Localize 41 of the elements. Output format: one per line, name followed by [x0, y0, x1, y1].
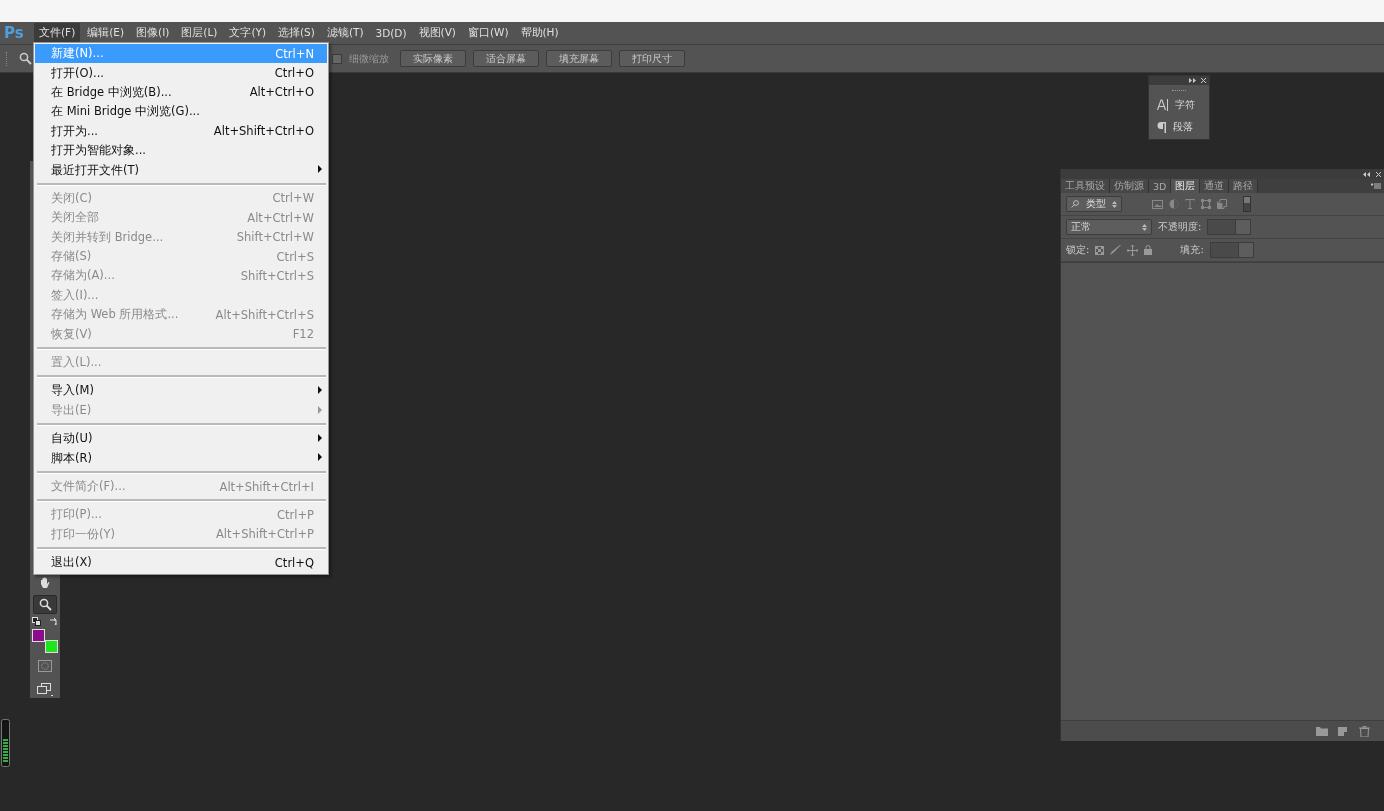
menu-item[interactable]: 图像(I) — [131, 23, 175, 43]
panel-tab[interactable]: 通道 — [1200, 179, 1230, 193]
menu-item[interactable]: 窗口(W) — [462, 23, 514, 43]
menu-item[interactable]: 在 Mini Bridge 中浏览(G)... — [34, 102, 328, 122]
menu-item[interactable]: 在 Bridge 中浏览(B)... Alt+Ctrl+O — [34, 82, 328, 103]
menu-item[interactable]: 文字(Y) — [224, 23, 271, 43]
app-logo: Ps — [4, 24, 25, 42]
blend-mode-dropdown[interactable]: 正常 — [1066, 219, 1152, 235]
panel-item-label[interactable]: 段落 — [1173, 120, 1193, 134]
zoom-option-button[interactable]: 打印尺寸 — [619, 50, 685, 67]
zoom-option-button[interactable]: 实际像素 — [400, 50, 466, 67]
menu-item[interactable]: 最近打开文件(T) — [34, 160, 328, 180]
panel-tab[interactable]: 图层 — [1171, 179, 1201, 193]
menu-item[interactable]: 退出(X) Ctrl+Q — [34, 553, 328, 573]
menu-item[interactable]: 选择(S) — [273, 23, 320, 43]
menu-item[interactable]: 视图(V) — [413, 23, 461, 43]
zoom-option-button[interactable]: 适合屏幕 — [473, 50, 539, 67]
filter-dropdown[interactable]: 类型 — [1066, 196, 1122, 212]
menu-item[interactable]: 打开为智能对象... — [34, 140, 328, 161]
panel-tab[interactable]: 3D — [1149, 179, 1172, 193]
panel-item-label[interactable]: 字符 — [1175, 98, 1195, 112]
menu-item[interactable]: 编辑(E) — [82, 23, 130, 43]
panel-tab[interactable]: 工具预设 — [1061, 179, 1110, 193]
menu-item[interactable]: 滤镜(T) — [321, 23, 369, 43]
panel-tab[interactable]: 仿制源 — [1110, 179, 1149, 193]
menu-item[interactable]: 帮助(H) — [515, 23, 564, 43]
lock-label: 锁定: — [1066, 243, 1090, 257]
opacity-label: 不透明度: — [1158, 220, 1202, 234]
zoom-option-button[interactable]: 填充屏幕 — [546, 50, 612, 67]
menu-item[interactable]: 3D(D) — [370, 24, 412, 42]
menu-item[interactable]: 新建(N)... Ctrl+N — [35, 44, 327, 64]
checkbox-label: 细微缩放 — [349, 51, 389, 66]
menu-item[interactable]: 图层(L) — [176, 23, 223, 43]
menu-item[interactable]: 自动(U) — [34, 429, 328, 449]
panel-tab[interactable]: 路径 — [1229, 179, 1259, 193]
menu-item[interactable]: 打开为... Alt+Shift+Ctrl+O — [34, 121, 328, 141]
menu-item[interactable]: 打开(O)... Ctrl+O — [34, 63, 328, 83]
fill-label: 填充: — [1180, 243, 1204, 257]
menu-item[interactable]: 文件(F) — [34, 23, 81, 43]
menu-item[interactable]: 脚本(R) — [34, 448, 328, 468]
menu-item[interactable]: 导入(M) — [34, 381, 328, 401]
